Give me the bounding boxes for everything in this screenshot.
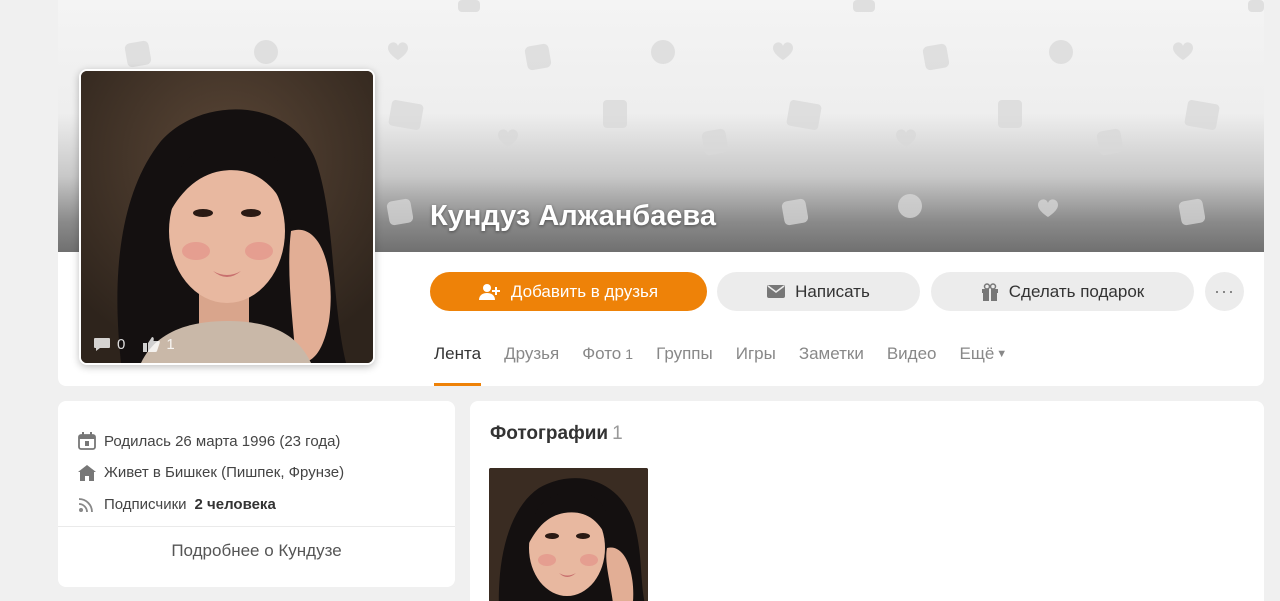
tab-friends[interactable]: Друзья: [504, 344, 559, 386]
tab-games[interactable]: Игры: [736, 344, 776, 386]
avatar-counters: 0 1: [93, 336, 175, 353]
birth-info: Родилась 26 марта 1996 (23 года): [78, 432, 340, 450]
subscribers-info[interactable]: Подписчики 2 человека: [78, 496, 276, 513]
about-more-link[interactable]: Подробнее о Кундузе: [58, 541, 455, 561]
tab-notes[interactable]: Заметки: [799, 344, 864, 386]
location-info: Живет в Бишкек (Пишпек, Фрунзе): [78, 464, 344, 481]
rss-icon: [78, 497, 93, 512]
add-user-icon: [478, 283, 500, 300]
tab-feed[interactable]: Лента: [434, 344, 482, 386]
envelope-icon: [767, 285, 786, 298]
comment-icon: [94, 338, 110, 351]
tab-more[interactable]: Ещё ▼: [960, 344, 1008, 386]
avatar-comments[interactable]: 0: [93, 336, 125, 353]
message-button[interactable]: Написать: [717, 272, 920, 311]
photos-title[interactable]: Фотографии 1: [490, 423, 623, 445]
about-card: Родилась 26 марта 1996 (23 года) Живет в…: [58, 401, 455, 587]
avatar-likes[interactable]: 1: [143, 336, 175, 353]
more-actions-button[interactable]: ···: [1205, 272, 1244, 311]
tab-groups[interactable]: Группы: [656, 344, 713, 386]
profile-tabs: Лента Друзья Фото 1 Группы Игры Заметки В…: [434, 344, 1030, 386]
calendar-icon: [78, 432, 96, 450]
avatar-photo: [81, 71, 373, 363]
more-dots-icon: ···: [1214, 281, 1235, 301]
gift-icon: [981, 282, 998, 301]
tab-photos-count: 1: [625, 346, 634, 362]
gift-button[interactable]: Сделать подарок: [931, 272, 1194, 311]
thumbs-up-icon: [143, 337, 161, 352]
profile-avatar[interactable]: 0 1: [79, 69, 375, 365]
photo-image: [489, 468, 648, 601]
divider: [58, 526, 455, 527]
message-label: Написать: [795, 281, 870, 301]
caret-down-icon: ▼: [996, 348, 1008, 360]
photo-thumbnail[interactable]: [489, 468, 648, 601]
gift-label: Сделать подарок: [1008, 281, 1145, 301]
subscribers-count: 2 человека: [194, 496, 276, 513]
home-icon: [78, 464, 96, 481]
tab-video[interactable]: Видео: [887, 344, 937, 386]
photos-count: 1: [612, 423, 623, 444]
photos-card: Фотографии 1: [470, 401, 1264, 601]
add-friend-button[interactable]: Добавить в друзья: [430, 272, 707, 311]
tab-photos[interactable]: Фото 1: [582, 344, 633, 386]
profile-name: Кундуз Алжанбаева: [430, 200, 716, 232]
add-friend-label: Добавить в друзья: [510, 281, 659, 301]
